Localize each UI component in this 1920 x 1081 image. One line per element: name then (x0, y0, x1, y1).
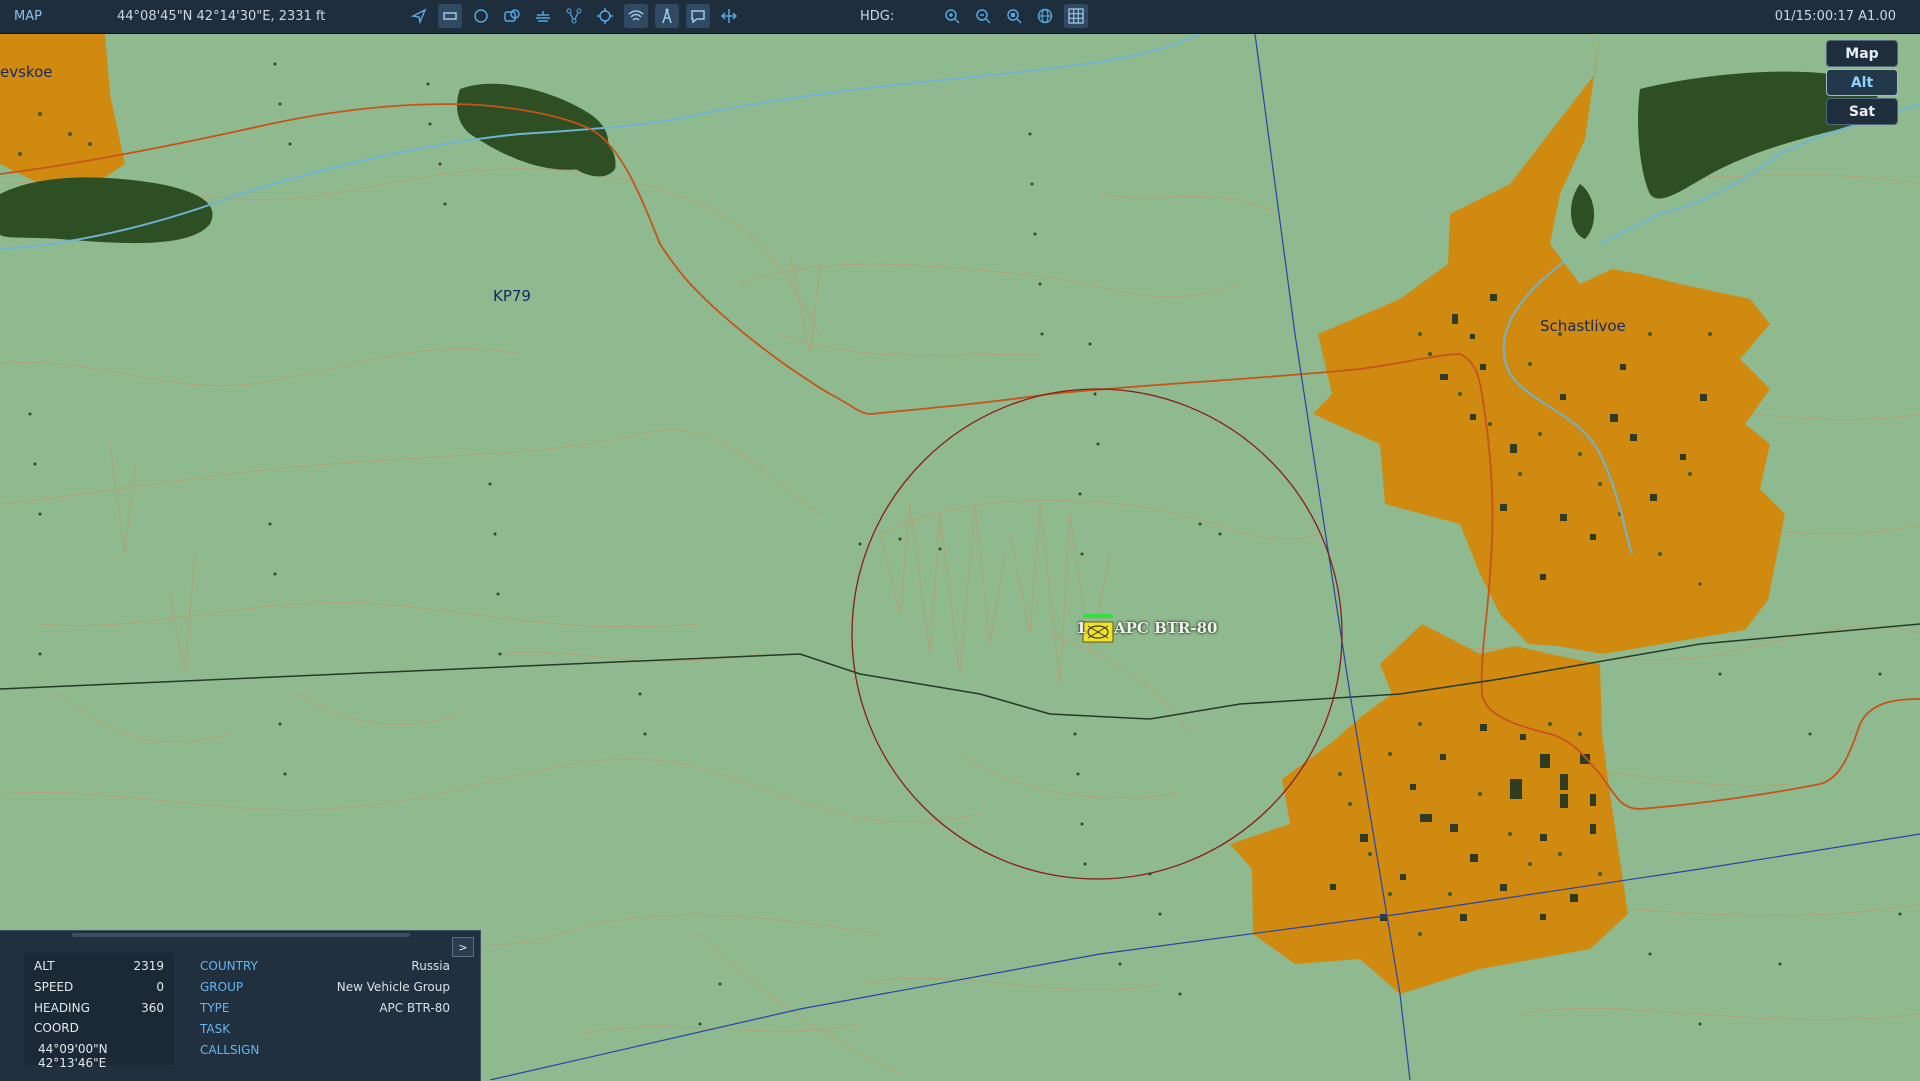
zoom-fit-icon[interactable] (1002, 4, 1026, 28)
coord-value-row: 44°09'00"N 42°13'46"E (38, 1042, 168, 1070)
coord-value: 44°09'00"N 42°13'46"E (38, 1042, 108, 1070)
unit-stats-box: ALT 2319 SPEED 0 HEADING 360 COORD 44°09… (24, 953, 174, 1070)
unit-index[interactable]: 1 (1076, 619, 1086, 637)
stat-value: 360 (141, 1001, 164, 1015)
top-bar: MAP 44°08'45"N 42°14'30"E, 2331 ft HDG: … (0, 0, 1920, 34)
cursor-coordinates: 44°08'45"N 42°14'30"E, 2331 ft (117, 9, 326, 24)
info-row-group: GROUP New Vehicle Group (200, 980, 450, 996)
info-value: APC BTR-80 (379, 1001, 450, 1015)
stat-label: SPEED (34, 980, 74, 994)
info-row-task: TASK (200, 1022, 450, 1038)
village-label-left: evskoe (0, 63, 53, 81)
unit-info-panel: > ALT 2319 SPEED 0 HEADING 360 COORD 44°… (0, 930, 481, 1081)
rectangle-icon[interactable] (438, 4, 462, 28)
info-label: COUNTRY (200, 959, 258, 973)
sat-layer-button[interactable]: Sat (1826, 98, 1898, 125)
signal-icon[interactable] (624, 4, 648, 28)
mission-time: 01/15:00:17 A1.00 (1774, 9, 1896, 24)
grid-icon[interactable] (1064, 4, 1088, 28)
stat-label: HEADING (34, 1001, 90, 1015)
stat-label: ALT (34, 959, 55, 973)
ship-icon[interactable] (531, 4, 555, 28)
village-label-right: Schastlivoe (1540, 317, 1626, 335)
stat-label: COORD (34, 1021, 79, 1035)
info-row-type: TYPE APC BTR-80 (200, 1001, 450, 1017)
target-icon[interactable] (593, 4, 617, 28)
info-label: CALLSIGN (200, 1043, 260, 1057)
info-value: New Vehicle Group (336, 980, 450, 994)
route-icon[interactable] (562, 4, 586, 28)
info-label: TASK (200, 1022, 231, 1036)
info-label: TYPE (200, 1001, 230, 1015)
globe-icon[interactable] (1033, 4, 1057, 28)
zoom-in-icon[interactable] (940, 4, 964, 28)
map-title: MAP (14, 9, 42, 24)
grid-square-label: KP79 (493, 287, 531, 305)
pointer-icon[interactable] (407, 4, 431, 28)
heading-readout: HDG: (860, 9, 895, 24)
info-row-country: COUNTRY Russia (200, 959, 450, 975)
alt-layer-button[interactable]: Alt (1826, 69, 1898, 96)
map-canvas[interactable]: evskoe KP79 Schastlivoe 1 APC BTR-80 (0, 34, 1920, 1080)
layers-icon[interactable] (500, 4, 524, 28)
info-label: GROUP (200, 980, 244, 994)
stat-value: 2319 (133, 959, 164, 973)
info-row-callsign: CALLSIGN (200, 1043, 450, 1059)
chat-icon[interactable] (686, 4, 710, 28)
info-value: Russia (411, 959, 450, 973)
stat-row-coord: COORD (34, 1021, 164, 1037)
expand-panel-button[interactable]: > (452, 937, 474, 957)
stat-row-alt: ALT 2319 (34, 959, 164, 975)
stat-value: 0 (156, 980, 164, 994)
map-layer-button[interactable]: Map (1826, 40, 1898, 67)
tower-icon[interactable] (655, 4, 679, 28)
panel-drag-handle[interactable] (72, 933, 410, 937)
stat-row-heading: HEADING 360 (34, 1001, 164, 1017)
map-terrain (0, 34, 1920, 1080)
circle-icon[interactable] (469, 4, 493, 28)
unit-label[interactable]: APC BTR-80 (1114, 619, 1217, 637)
zoom-out-icon[interactable] (971, 4, 995, 28)
ruler-icon[interactable] (717, 4, 741, 28)
stat-row-speed: SPEED 0 (34, 980, 164, 996)
